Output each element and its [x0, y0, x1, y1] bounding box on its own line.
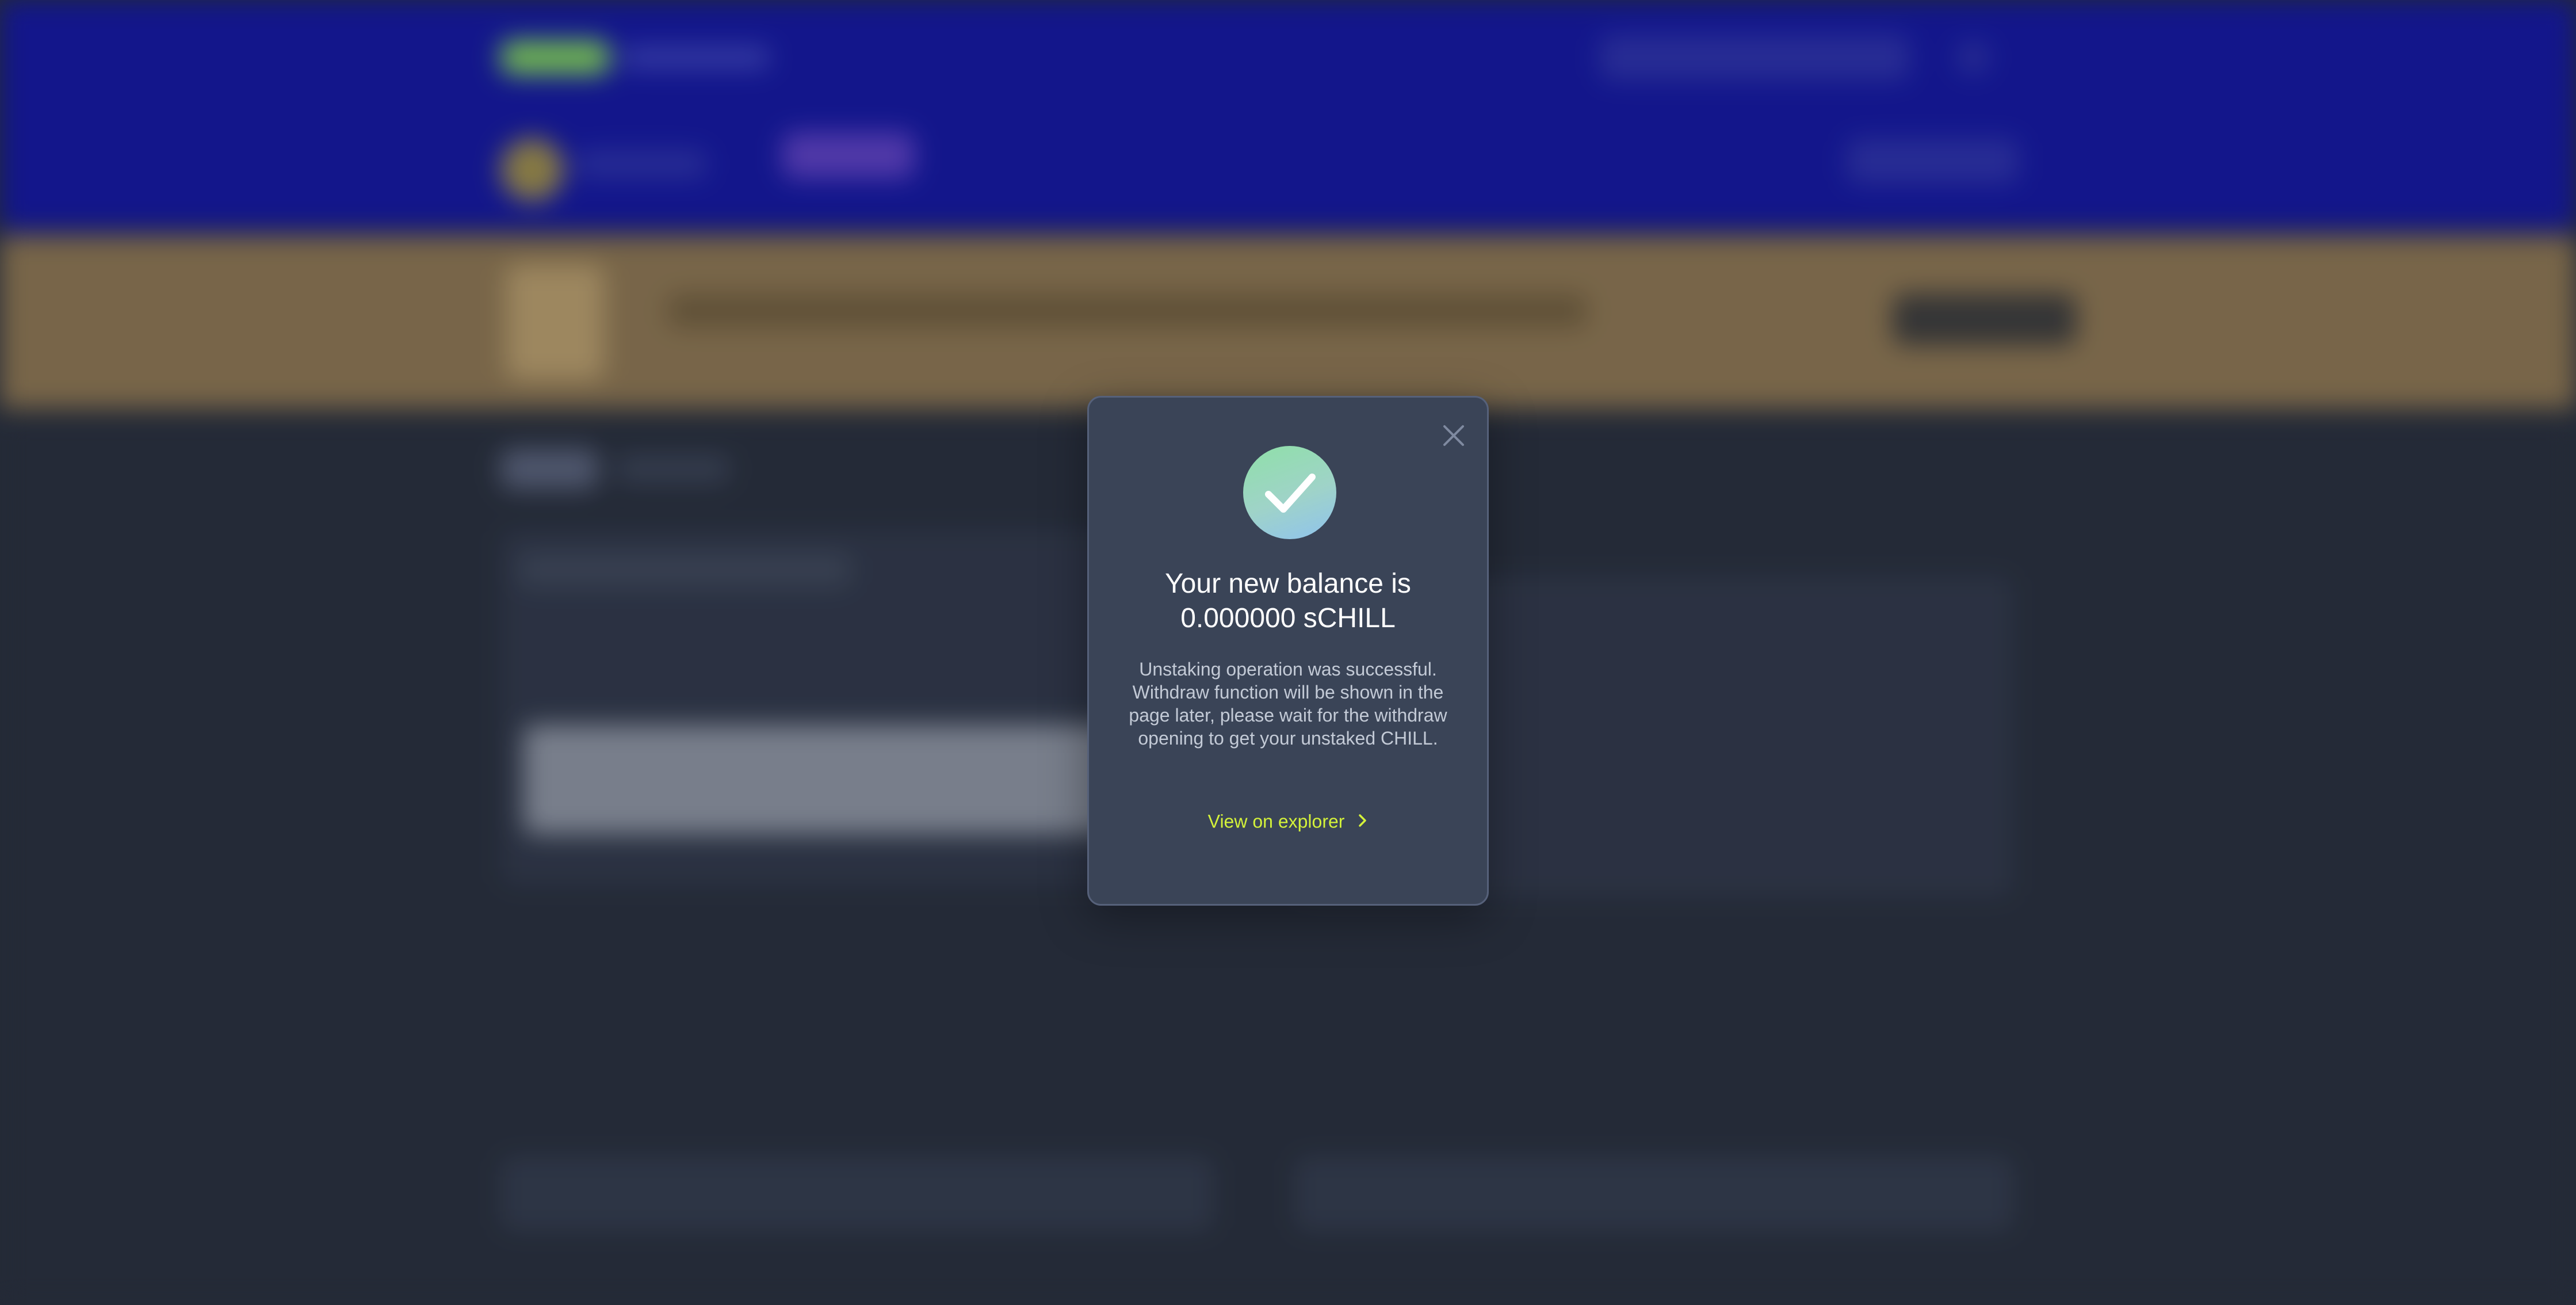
modal-title: Your new balance is 0.000000 sCHILL	[1089, 567, 1487, 636]
new-balance-value: 0.000000 sCHILL	[1180, 603, 1396, 634]
close-icon[interactable]	[1441, 423, 1466, 448]
unstake-success-modal: Your new balance is 0.000000 sCHILL Unst…	[1087, 396, 1489, 906]
modal-title-line-1: Your new balance is	[1165, 568, 1411, 599]
view-on-explorer-link[interactable]: View on explorer	[1089, 808, 1487, 833]
check-icon	[1265, 474, 1316, 513]
modal-description: Unstaking operation was successful. With…	[1129, 659, 1447, 749]
chevron-right-icon	[1358, 810, 1368, 833]
explorer-link-label: View on explorer	[1207, 811, 1345, 832]
success-badge	[1243, 446, 1336, 539]
